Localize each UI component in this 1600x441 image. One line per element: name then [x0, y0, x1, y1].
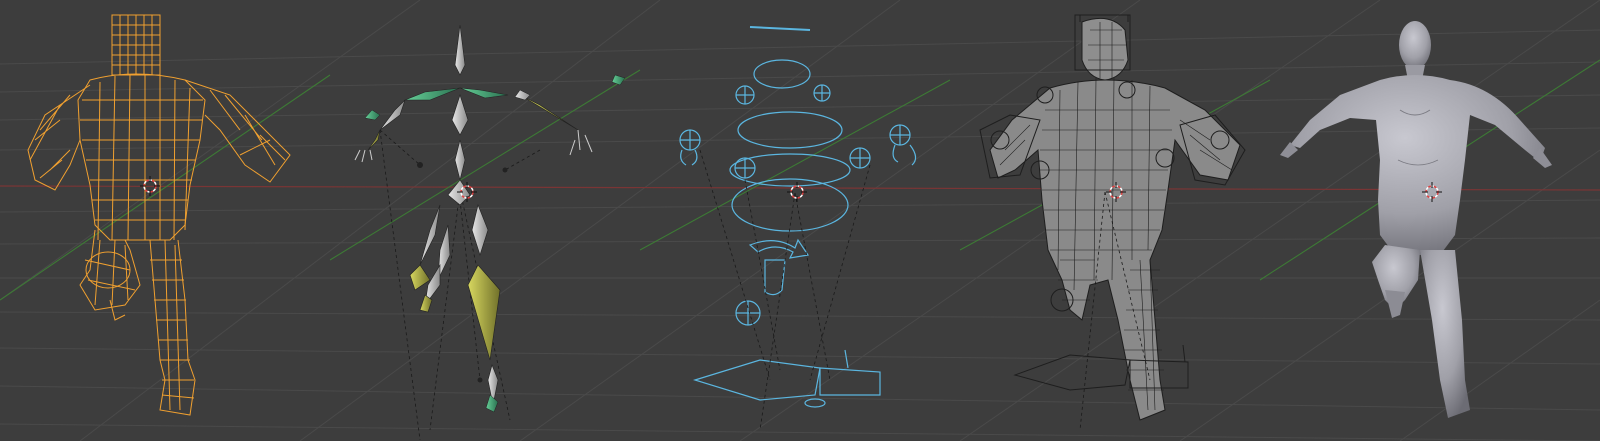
wireframe-mesh-figure[interactable] [27, 14, 291, 416]
control-rig-relations [699, 149, 871, 431]
viewport-canvas[interactable] [0, 0, 1600, 441]
shaded-mesh-figure[interactable] [1280, 21, 1552, 418]
grid-floor [0, 0, 1600, 441]
control-rig-shapes[interactable] [679, 26, 917, 408]
3d-viewport[interactable] [0, 0, 1600, 441]
mesh-with-rig-figure[interactable] [979, 14, 1246, 431]
